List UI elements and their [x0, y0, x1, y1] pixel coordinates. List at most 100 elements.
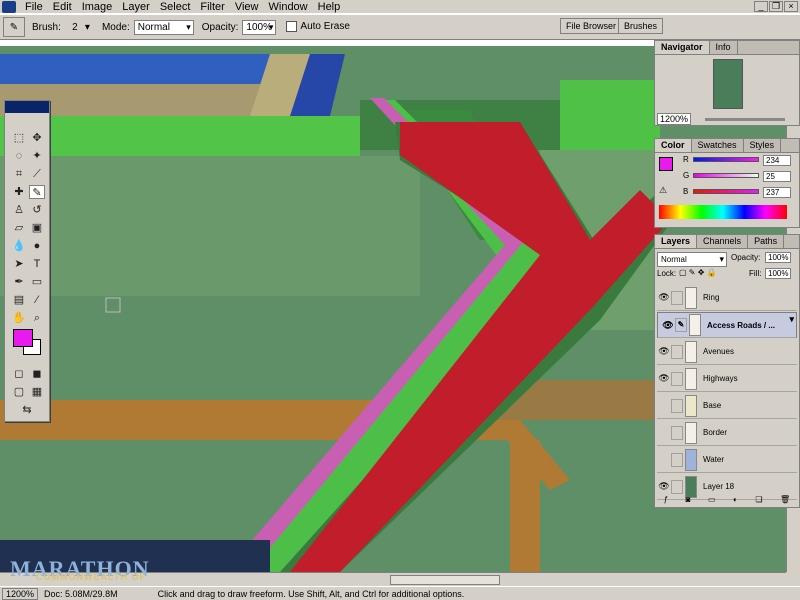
slice-tool-icon[interactable]: ⟋ — [29, 167, 45, 181]
gradient-tool-icon[interactable]: ▣ — [29, 221, 45, 235]
menu-filter[interactable]: Filter — [195, 0, 229, 14]
lock-icons[interactable]: ▢ ✎ ✥ 🔒 — [679, 268, 717, 277]
tab-channels[interactable]: Channels — [697, 235, 749, 248]
navigator-zoom[interactable]: 1200% — [657, 113, 692, 125]
eye-icon[interactable]: 👁 — [657, 346, 671, 357]
healing-brush-icon[interactable]: ✚ — [11, 185, 27, 199]
trash-icon[interactable]: 🗑 — [780, 495, 790, 507]
close-icon[interactable]: × — [784, 1, 798, 12]
menu-edit[interactable]: Edit — [48, 0, 77, 14]
adjustment-layer-icon[interactable]: ◐ — [733, 495, 738, 507]
scroll-thumb[interactable] — [390, 575, 500, 585]
opacity-input[interactable]: 100% — [242, 19, 277, 35]
crop-tool-icon[interactable]: ⌗ — [11, 167, 27, 181]
menu-select[interactable]: Select — [155, 0, 196, 14]
auto-erase-checkbox[interactable]: Auto Erase — [286, 21, 350, 33]
new-set-icon[interactable]: ▭ — [708, 495, 716, 507]
quick-mask-icon[interactable]: ◼ — [29, 367, 45, 381]
screen-mode-icon[interactable]: ▢ — [11, 385, 27, 399]
brush-size[interactable]: 2 — [65, 22, 85, 33]
dodge-tool-icon[interactable]: ● — [29, 239, 45, 253]
menu-layer[interactable]: Layer — [117, 0, 155, 14]
navigator-zoom-slider[interactable] — [705, 118, 785, 121]
history-brush-icon[interactable]: ↺ — [29, 203, 45, 217]
r-value[interactable]: 234 — [763, 155, 791, 166]
shape-tool-icon[interactable]: ▭ — [29, 275, 45, 289]
tab-navigator[interactable]: Navigator — [655, 41, 710, 54]
link-box[interactable] — [671, 371, 683, 386]
eye-icon[interactable]: 👁 — [661, 319, 675, 332]
doc-size[interactable]: Doc: 5.08M/29.8M — [44, 589, 118, 599]
layer-row[interactable]: 👁 Ring — [657, 285, 797, 311]
layers-opacity-value[interactable]: 100% — [765, 252, 791, 263]
link-box[interactable] — [671, 452, 683, 467]
hand-tool-icon[interactable]: ✋ — [11, 311, 27, 325]
restore-icon[interactable]: ❐ — [769, 1, 783, 12]
eyedropper-icon[interactable]: ⁄ — [29, 293, 45, 307]
tab-color[interactable]: Color — [655, 139, 692, 152]
zoom-readout[interactable]: 1200% — [2, 587, 39, 600]
brush-dropdown-icon[interactable]: ▾ — [85, 22, 90, 33]
pencil-tool-preset-icon[interactable]: ✎ — [3, 17, 25, 37]
type-tool-icon[interactable]: T — [29, 257, 45, 271]
app-icon[interactable] — [2, 0, 16, 13]
eye-icon[interactable]: 👁 — [657, 292, 671, 303]
layer-row[interactable]: Border — [657, 420, 797, 446]
new-layer-icon[interactable]: ❏ — [755, 495, 762, 507]
warning-icon[interactable]: ⚠ — [659, 185, 667, 196]
layer-row[interactable]: Base — [657, 393, 797, 419]
minimize-icon[interactable]: _ — [754, 1, 768, 12]
tab-info[interactable]: Info — [710, 41, 738, 54]
foreground-color-swatch[interactable] — [13, 329, 33, 347]
layer-row[interactable]: 👁 Highways — [657, 366, 797, 392]
jump-to-imageready-icon[interactable]: ⇆ — [19, 403, 35, 417]
eraser-tool-icon[interactable]: ▱ — [11, 221, 27, 235]
tab-layers[interactable]: Layers — [655, 235, 698, 248]
clone-stamp-icon[interactable]: ♙ — [11, 203, 27, 217]
link-box[interactable] — [671, 344, 683, 359]
menu-file[interactable]: File — [20, 0, 48, 14]
menu-view[interactable]: View — [230, 0, 264, 14]
g-value[interactable]: 25 — [763, 171, 791, 182]
tab-paths[interactable]: Paths — [748, 235, 785, 248]
full-screen-icon[interactable]: ▦ — [29, 385, 45, 399]
g-slider[interactable] — [693, 173, 759, 178]
tab-styles[interactable]: Styles — [744, 139, 782, 152]
blend-mode-select[interactable]: Normal — [657, 252, 727, 267]
path-select-icon[interactable]: ➤ — [11, 257, 27, 271]
menu-window[interactable]: Window — [264, 0, 313, 14]
pencil-tool-icon[interactable]: ✎ — [29, 185, 45, 199]
brush-icon[interactable]: ✎ — [675, 318, 687, 332]
tab-swatches[interactable]: Swatches — [692, 139, 744, 152]
mask-icon[interactable]: ◙ — [686, 495, 691, 507]
lasso-tool-icon[interactable]: ◌ — [11, 149, 27, 163]
eye-icon[interactable]: 👁 — [657, 481, 671, 492]
layer-style-icon[interactable]: ƒ — [664, 495, 668, 507]
layer-row[interactable]: 👁 Avenues — [657, 339, 797, 365]
marquee-tool-icon[interactable]: ⬚ — [11, 131, 27, 145]
link-box[interactable] — [671, 479, 683, 494]
layer-row-selected[interactable]: 👁 ✎ Access Roads / ... — [657, 312, 797, 338]
color-fg-swatch[interactable] — [659, 157, 673, 171]
magic-wand-icon[interactable]: ✦ — [29, 149, 45, 163]
navigator-thumbnail[interactable] — [713, 59, 743, 109]
b-slider[interactable] — [693, 189, 759, 194]
color-spectrum-bar[interactable] — [659, 205, 787, 219]
menu-help[interactable]: Help — [313, 0, 346, 14]
eye-icon[interactable]: 👁 — [657, 373, 671, 384]
toolbox-title-bar[interactable] — [5, 101, 49, 113]
menu-image[interactable]: Image — [77, 0, 118, 14]
file-browser-well[interactable]: File Browser — [560, 18, 623, 34]
brushes-well[interactable]: Brushes — [618, 18, 664, 34]
standard-mode-icon[interactable]: ◻ — [11, 367, 27, 381]
move-tool-icon[interactable]: ✥ — [29, 131, 45, 145]
zoom-tool-icon[interactable]: ⌕ — [29, 311, 45, 325]
link-box[interactable] — [671, 290, 683, 305]
notes-tool-icon[interactable]: ▤ — [11, 293, 27, 307]
link-box[interactable] — [671, 398, 683, 413]
r-slider[interactable] — [693, 157, 759, 162]
layer-row[interactable]: Water — [657, 447, 797, 473]
link-box[interactable] — [671, 425, 683, 440]
b-value[interactable]: 237 — [763, 187, 791, 198]
mode-select[interactable]: Normal — [133, 19, 194, 35]
